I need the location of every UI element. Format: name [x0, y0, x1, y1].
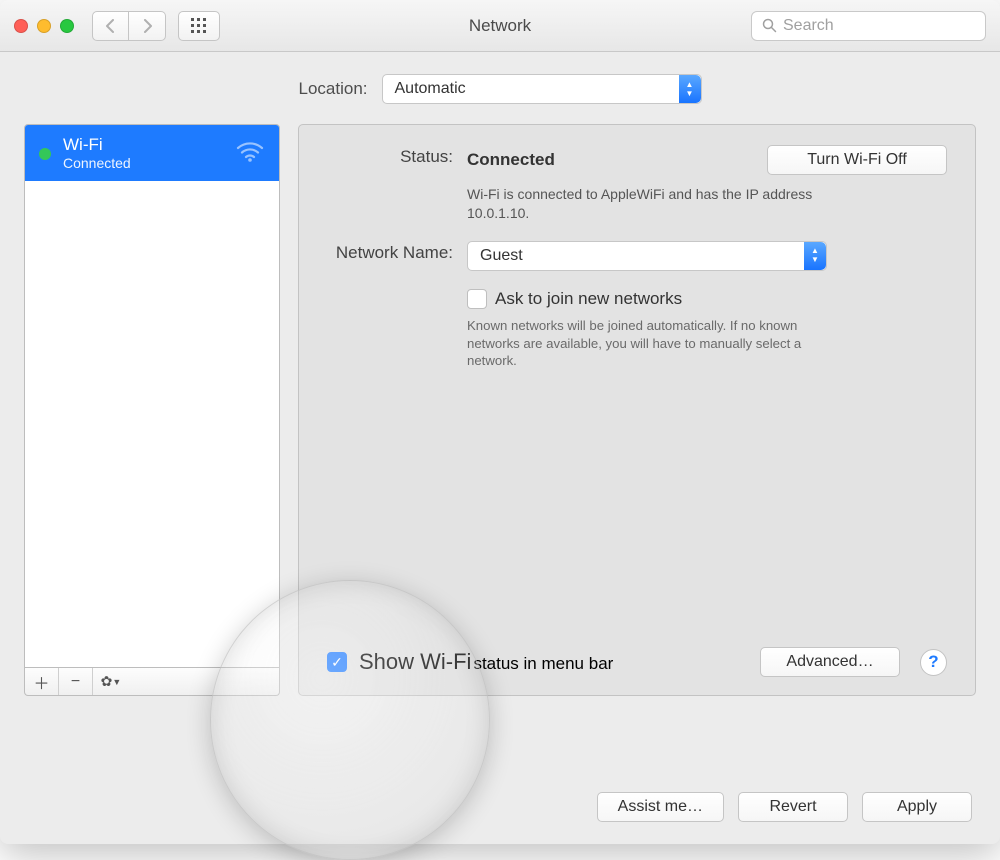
network-name-label: Network Name: [327, 241, 467, 370]
location-value: Automatic [383, 80, 478, 98]
chevron-updown-icon [804, 242, 826, 270]
close-button[interactable] [14, 19, 28, 33]
advanced-button[interactable]: Advanced… [760, 647, 900, 677]
sidebar-column: Wi-Fi Connected ＋ − ✿▼ [24, 124, 280, 696]
network-name-value: Guest [468, 247, 535, 265]
details-panel: Status: Connected Turn Wi-Fi Off Wi-Fi i… [298, 124, 976, 696]
plus-icon: ＋ [33, 670, 49, 694]
gear-icon: ✿ [101, 673, 111, 690]
show-wifi-menubar-checkbox[interactable]: ✓ [327, 652, 347, 672]
ask-to-join-checkbox[interactable] [467, 289, 487, 309]
grid-icon [190, 17, 208, 35]
show-wifi-menubar-label: Show Wi-Fi status in menu bar [359, 649, 613, 675]
location-row: Location: Automatic [0, 52, 1000, 124]
toggle-wifi-button[interactable]: Turn Wi-Fi Off [767, 145, 947, 175]
ask-to-join-row: Ask to join new networks [467, 289, 947, 309]
forward-button[interactable] [129, 11, 166, 41]
location-label: Location: [299, 79, 368, 99]
window-network-prefs: Network Search Location: Automatic Wi [0, 0, 1000, 844]
network-name-select[interactable]: Guest [467, 241, 827, 271]
chevron-updown-icon [679, 75, 701, 103]
location-select[interactable]: Automatic [382, 74, 702, 104]
sidebar-item-status: Connected [63, 155, 131, 171]
sidebar-item-wifi[interactable]: Wi-Fi Connected [25, 125, 279, 181]
sidebar-list[interactable]: Wi-Fi Connected [24, 124, 280, 668]
search-input[interactable]: Search [751, 11, 986, 41]
sidebar-item-name: Wi-Fi [63, 135, 131, 155]
help-button[interactable]: ? [920, 649, 947, 676]
minus-icon: − [71, 673, 80, 691]
footer: Assist me… Revert Apply [597, 792, 972, 822]
details-bottom-row: ✓ Show Wi-Fi status in menu bar Advanced… [327, 647, 947, 677]
minimize-button[interactable] [37, 19, 51, 33]
nav-buttons [92, 11, 166, 41]
back-button[interactable] [92, 11, 129, 41]
sidebar-tools: ＋ − ✿▼ [24, 668, 280, 696]
search-placeholder: Search [783, 17, 834, 35]
status-value: Connected [467, 150, 555, 170]
zoom-button[interactable] [60, 19, 74, 33]
assist-me-button[interactable]: Assist me… [597, 792, 724, 822]
window-controls [14, 19, 74, 33]
apply-button[interactable]: Apply [862, 792, 972, 822]
status-label: Status: [327, 145, 467, 223]
content: Wi-Fi Connected ＋ − ✿▼ Status: [0, 124, 1000, 696]
titlebar: Network Search [0, 0, 1000, 52]
service-actions-button[interactable]: ✿▼ [93, 668, 127, 695]
status-dot-icon [39, 148, 51, 160]
chevron-right-icon [142, 19, 153, 33]
window-title: Network [469, 16, 531, 36]
show-all-button[interactable] [178, 11, 220, 41]
chevron-down-icon: ▼ [112, 677, 119, 687]
chevron-left-icon [105, 19, 116, 33]
search-icon [762, 18, 777, 33]
ask-to-join-note: Known networks will be joined automatica… [467, 317, 847, 370]
revert-button[interactable]: Revert [738, 792, 848, 822]
wifi-icon [235, 139, 265, 163]
status-description: Wi-Fi is connected to AppleWiFi and has … [467, 185, 847, 223]
ask-to-join-label: Ask to join new networks [495, 289, 682, 309]
add-service-button[interactable]: ＋ [25, 668, 59, 695]
remove-service-button[interactable]: − [59, 668, 93, 695]
